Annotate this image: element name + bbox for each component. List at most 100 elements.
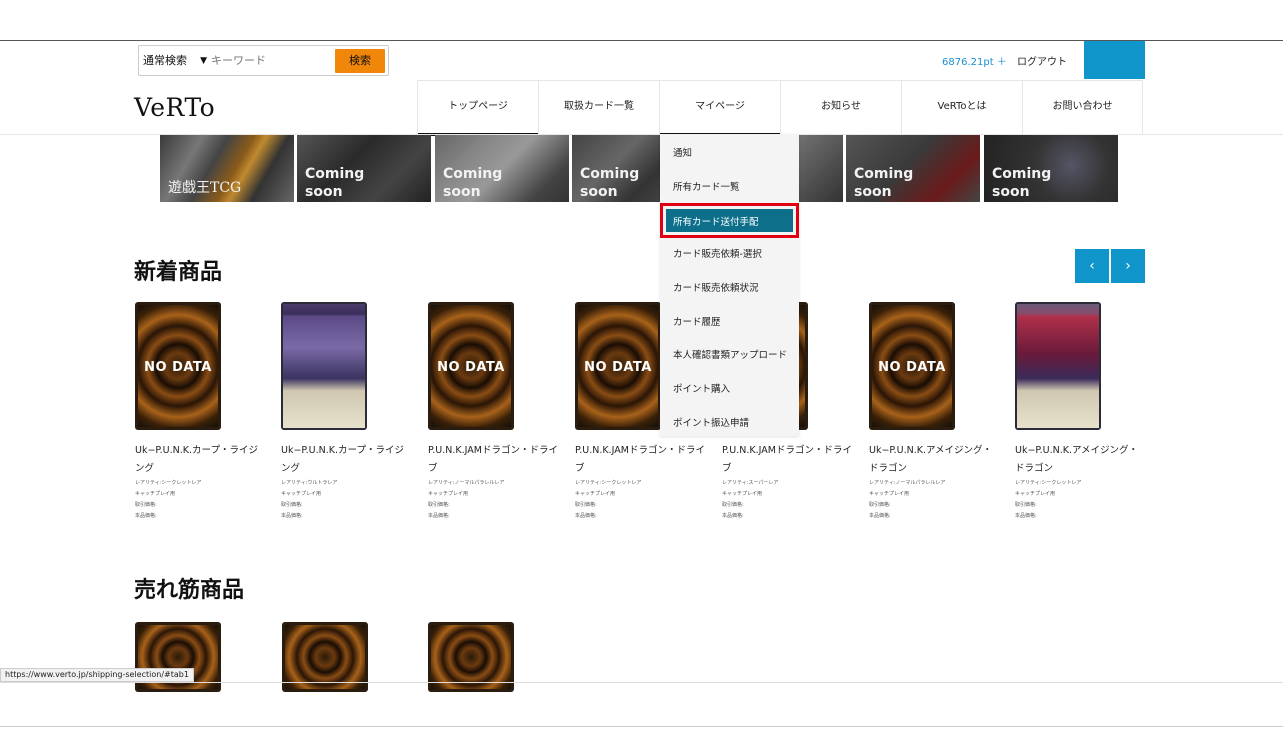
product-card[interactable]: NO DATA Uk−P.U.N.K.カープ・ライジングレアリティ:シークレットレ…: [135, 302, 275, 522]
chevron-down-icon: ▼: [200, 56, 207, 66]
dropdown-item-buy-points[interactable]: ポイント購入: [673, 381, 730, 395]
search-button[interactable]: 検索: [335, 49, 385, 73]
card-meta: 本品価格:: [575, 513, 597, 519]
banner-coming-soon[interactable]: Coming soon: [297, 135, 431, 202]
dropdown-item-id-upload[interactable]: 本人確認書類アップロード: [673, 347, 787, 361]
status-bar-url: https://www.verto.jp/shipping-selection/…: [0, 668, 194, 682]
banner-label: Coming soon: [580, 166, 640, 200]
banner-yugioh[interactable]: 遊戯王TCG: [160, 135, 294, 202]
search-mode-label: 通常検索: [143, 54, 187, 67]
card-meta: 本品価格:: [428, 513, 450, 519]
section-title-new: 新着商品: [134, 259, 223, 285]
card-meta: キャッチプレイ用: [281, 491, 322, 497]
product-card[interactable]: Uk−P.U.N.K.カープ・ライジングレアリティ:ウルトラレア キャッチプレイ用…: [281, 302, 421, 522]
card-meta: レアリティ:シークレットレア: [575, 480, 642, 486]
card-image[interactable]: NO DATA: [575, 302, 661, 430]
card-back-image: NO DATA: [135, 302, 221, 430]
card-meta: キャッチプレイ用: [135, 491, 176, 497]
card-meta: 本品価格:: [281, 513, 303, 519]
card-meta: レアリティ:シークレットレア: [135, 480, 202, 486]
banner-label: Coming soon: [443, 166, 503, 200]
card-artwork: [1015, 302, 1101, 430]
card-meta: レアリティ:ノーマルパラレルレア: [428, 480, 505, 486]
no-data-label: NO DATA: [878, 360, 946, 375]
card-meta: キャッチプレイ用: [575, 491, 616, 497]
card-meta: 本品価格:: [869, 513, 891, 519]
banner-label: Coming soon: [854, 166, 914, 200]
card-meta: 取引価格:: [869, 502, 891, 508]
card-meta: 本品価格:: [135, 513, 157, 519]
card-name[interactable]: P.U.N.K.JAMドラゴン・ドライブ: [428, 442, 558, 478]
card-meta: 取引価格:: [428, 502, 450, 508]
banner-label: Coming soon: [992, 166, 1052, 200]
browser-viewport: 通常検索 ▼ 検索 6876.21pt ＋ ログアウト VeRTo トップページ…: [0, 0, 1283, 729]
card-meta: キャッチプレイ用: [869, 491, 910, 497]
card-meta: キャッチプレイ用: [722, 491, 763, 497]
card-meta: キャッチプレイ用: [428, 491, 469, 497]
search-mode-select[interactable]: 通常検索 ▼: [143, 50, 209, 72]
account-button[interactable]: [1084, 41, 1145, 79]
nav-card-list[interactable]: 取扱カード一覧: [538, 81, 659, 135]
card-image[interactable]: NO DATA: [428, 302, 514, 430]
section-title-popular: 売れ筋商品: [134, 577, 245, 603]
window-bottom-border: [0, 726, 1283, 727]
card-meta: 本品価格:: [722, 513, 744, 519]
dropdown-item-card-history[interactable]: カード履歴: [673, 314, 721, 328]
card-meta: レアリティ:ノーマルパラレルレア: [869, 480, 946, 486]
banner-coming-soon[interactable]: Coming soon: [435, 135, 569, 202]
product-card[interactable]: Uk−P.U.N.K.アメイジング・ドラゴン レアリティ:シークレットレア キャッチ…: [1015, 302, 1155, 522]
card-meta: 取引価格:: [722, 502, 744, 508]
carousel-next-button[interactable]: ›: [1111, 249, 1145, 283]
dropdown-item-sell-request-status[interactable]: カード販売依頼状況: [673, 280, 759, 294]
banner-coming-soon[interactable]: Coming soon: [846, 135, 980, 202]
nav-contact[interactable]: お問い合わせ: [1022, 81, 1143, 135]
nav-top[interactable]: トップページ: [417, 81, 538, 136]
card-back-image: NO DATA: [575, 302, 661, 430]
no-data-label: NO DATA: [437, 360, 505, 375]
no-data-label: NO DATA: [144, 360, 212, 375]
carousel-prev-button[interactable]: ‹: [1075, 249, 1109, 283]
card-meta: 取引価格:: [1015, 502, 1037, 508]
card-name[interactable]: Uk−P.U.N.K.カープ・ライジング: [281, 442, 411, 478]
dropdown-item-shipping-label: 所有カード送付手配: [673, 217, 759, 228]
card-meta: 取引価格:: [281, 502, 303, 508]
banner-label: 遊戯王TCG: [168, 180, 242, 196]
card-name[interactable]: Uk−P.U.N.K.アメイジング・ドラゴン: [869, 442, 999, 478]
card-name[interactable]: Uk−P.U.N.K.カープ・ライジング: [135, 442, 265, 478]
no-data-label: NO DATA: [584, 360, 652, 375]
page-bottom-border: [0, 682, 1283, 683]
card-image[interactable]: NO DATA: [869, 302, 955, 430]
card-back-image: NO DATA: [869, 302, 955, 430]
card-meta: 取引価格:: [575, 502, 597, 508]
site-logo[interactable]: VeRTo: [134, 93, 215, 122]
dropdown-item-shipping[interactable]: 所有カード送付手配: [660, 203, 799, 238]
card-artwork: [281, 302, 367, 430]
card-name[interactable]: P.U.N.K.JAMドラゴン・ドライブ: [722, 442, 852, 478]
card-image[interactable]: [281, 302, 367, 430]
card-meta: 本品価格:: [1015, 513, 1037, 519]
card-meta: レアリティ:ウルトラレア: [281, 480, 338, 486]
main-nav: トップページ 取扱カード一覧 マイページ お知らせ VeRToとは お問い合わせ: [417, 80, 1143, 136]
product-card[interactable]: NO DATA Uk−P.U.N.K.アメイジング・ドラゴンレアリティ:ノーマルパ…: [869, 302, 1009, 522]
dropdown-item-point-transfer[interactable]: ポイント振込申請: [673, 415, 749, 429]
points-link[interactable]: 6876.21pt ＋: [942, 53, 1007, 68]
dropdown-item-sell-request-select[interactable]: カード販売依頼-選択: [673, 246, 762, 260]
banner-coming-soon[interactable]: Coming soon: [984, 135, 1118, 202]
card-meta: レアリティ:スーパーレア: [722, 480, 779, 486]
nav-mypage[interactable]: マイページ: [659, 81, 780, 136]
card-back-image: NO DATA: [428, 302, 514, 430]
banner-label: Coming soon: [305, 166, 365, 200]
dropdown-item-owned-cards[interactable]: 所有カード一覧: [673, 179, 740, 193]
card-meta: 取引価格:: [135, 502, 157, 508]
nav-news[interactable]: お知らせ: [780, 81, 901, 135]
nav-about[interactable]: VeRToとは: [901, 81, 1022, 135]
card-name[interactable]: P.U.N.K.JAMドラゴン・ドライブ: [575, 442, 705, 478]
logout-link[interactable]: ログアウト: [1017, 53, 1067, 68]
card-name[interactable]: Uk−P.U.N.K.アメイジング・ドラゴン: [1015, 442, 1145, 478]
card-image[interactable]: NO DATA: [135, 302, 221, 430]
product-card[interactable]: NO DATA P.U.N.K.JAMドラゴン・ドライブレアリティ:ノーマルパラレ…: [428, 302, 568, 522]
card-meta: レアリティ:シークレットレア: [1015, 480, 1082, 486]
dropdown-item-notifications[interactable]: 通知: [673, 145, 692, 159]
card-image[interactable]: [1015, 302, 1101, 430]
search-input[interactable]: [209, 49, 333, 73]
